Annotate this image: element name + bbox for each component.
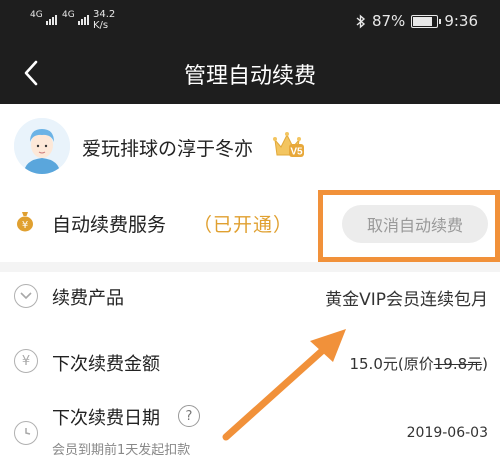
amount-original-prefix: (原价 <box>397 355 434 373</box>
chevron-down-circle-icon <box>14 284 38 308</box>
date-value: 2019-06-03 <box>406 425 488 441</box>
battery-icon <box>411 14 442 28</box>
date-note: 会员到期前1天发起扣款 <box>52 443 191 458</box>
money-bag-icon: ¥ <box>17 212 33 232</box>
network-speed-unit: K/s <box>93 20 109 31</box>
signal-label-2: 4G <box>62 10 75 20</box>
battery-percent: 87% <box>371 12 406 30</box>
cancel-auto-renew-button[interactable]: 取消自动续费 <box>342 205 488 243</box>
network-speed-value: 34.2 <box>93 9 116 20</box>
product-value: 黄金VIP会员连续包月 <box>325 290 488 310</box>
auto-renew-service-row: ¥ 自动续费服务 （已开通） 取消自动续费 <box>0 182 500 260</box>
yuan-circle-icon: ¥ <box>14 349 38 373</box>
amount-value: 15.0元(原价19.8元) <box>349 353 488 374</box>
amount-original-price: 19.8元 <box>433 355 483 373</box>
avatar-illustration <box>14 118 70 174</box>
clock-circle-icon <box>14 421 38 445</box>
date-label: 下次续费日期 <box>52 408 160 429</box>
date-row: 下次续费日期 ? 会员到期前1天发起扣款 2019-06-03 <box>0 398 500 459</box>
signal-icon-2 <box>78 15 89 25</box>
vip-crown-badge: V5 <box>272 130 306 160</box>
service-label: 自动续费服务 <box>52 214 167 236</box>
service-status: （已开通） <box>193 214 294 236</box>
bluetooth-icon <box>356 13 366 29</box>
username: 爱玩排球の淳于冬亦 <box>82 138 254 160</box>
product-row: 续费产品 黄金VIP会员连续包月 <box>0 272 500 322</box>
amount-original-suffix: ) <box>482 355 488 373</box>
crown-icon: V5 <box>273 132 304 158</box>
network-speed: 34.2 K/s <box>93 9 115 31</box>
chevron-down-icon <box>20 292 32 300</box>
product-label: 续费产品 <box>52 288 124 309</box>
page-title: 管理自动续费 <box>183 64 316 89</box>
avatar[interactable] <box>14 118 70 174</box>
amount-label: 下次续费金额 <box>52 354 160 375</box>
user-info-row: 爱玩排球の淳于冬亦 V5 <box>0 104 500 182</box>
signal-icon-1 <box>46 15 57 25</box>
amount-row: ¥ 下次续费金额 15.0元(原价19.8元) <box>0 340 500 390</box>
help-icon[interactable]: ? <box>178 405 200 427</box>
clock: 9:36 <box>444 12 478 30</box>
status-right-group: 87% 9:36 <box>356 12 478 30</box>
svg-text:¥: ¥ <box>22 220 28 231</box>
status-bar: 4G 4G 34.2 K/s 87% 9:36 <box>0 0 500 42</box>
nav-bar: 管理自动续费 <box>0 42 500 104</box>
section-divider <box>0 262 500 272</box>
amount-price: 15.0元 <box>349 355 398 373</box>
signal-label-1: 4G <box>30 10 43 20</box>
vip-level-text: V5 <box>290 147 303 158</box>
battery-level <box>413 16 433 26</box>
clock-icon <box>25 428 31 435</box>
